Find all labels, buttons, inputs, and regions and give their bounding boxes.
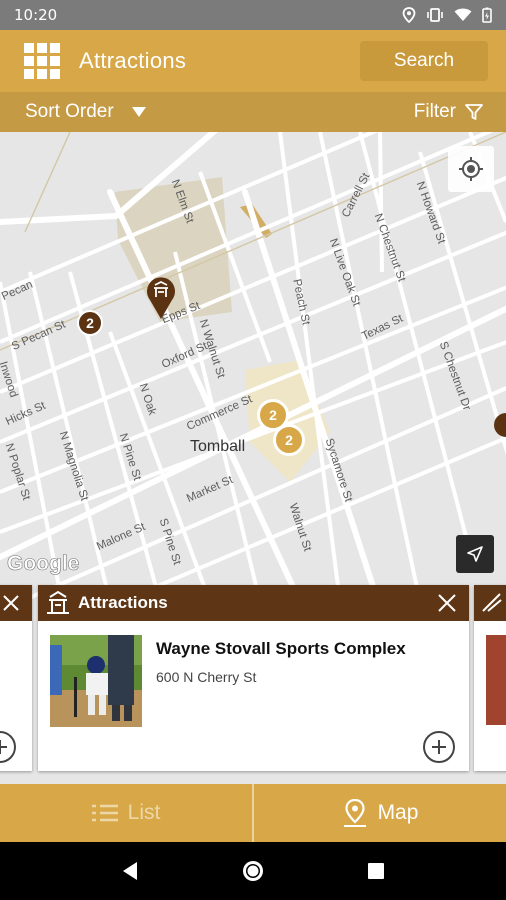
- plus-icon: [432, 740, 446, 754]
- filter-label: Filter: [413, 101, 456, 122]
- map-cluster-marker[interactable]: 2: [77, 310, 103, 336]
- close-icon[interactable]: [2, 594, 20, 612]
- map-pin-icon: [343, 799, 366, 827]
- category-icon: [482, 593, 502, 612]
- status-icons: [402, 7, 492, 23]
- attraction-card-carousel[interactable]: Attractions Wayne Stovall Sports Complex…: [0, 585, 506, 775]
- navigation-button[interactable]: [456, 535, 494, 573]
- attraction-pin-icon[interactable]: [492, 412, 506, 440]
- town-label: Tomball: [190, 438, 246, 455]
- add-to-itinerary-button[interactable]: [423, 731, 455, 763]
- previous-attraction-card[interactable]: [0, 585, 32, 771]
- tab-map-label: Map: [377, 801, 419, 824]
- home-icon[interactable]: [241, 859, 265, 883]
- page-title: Attractions: [79, 48, 187, 73]
- next-attraction-card[interactable]: [474, 585, 506, 771]
- crosshair-icon: [459, 157, 483, 181]
- search-button[interactable]: Search: [360, 41, 488, 81]
- vibrate-icon: [427, 8, 443, 22]
- tab-list[interactable]: List: [0, 784, 254, 842]
- attraction-card[interactable]: Attractions Wayne Stovall Sports Complex…: [38, 585, 469, 771]
- attraction-pin-icon[interactable]: [146, 276, 176, 320]
- card-body: Wayne Stovall Sports Complex 600 N Cherr…: [38, 621, 469, 741]
- filter-button[interactable]: Filter: [414, 101, 484, 123]
- app-bar: Attractions Search: [0, 30, 506, 92]
- next-card-photo: [486, 635, 506, 725]
- wifi-icon: [454, 8, 472, 21]
- attractions-category-icon: [47, 590, 69, 614]
- add-button[interactable]: [0, 731, 16, 763]
- tab-map[interactable]: Map: [254, 784, 506, 842]
- attraction-address: 600 N Cherry St: [156, 669, 257, 685]
- plus-icon: [0, 740, 7, 754]
- navigation-arrow-icon: [467, 546, 483, 562]
- google-logo: Google: [7, 552, 80, 576]
- system-navigation-bar: [0, 842, 506, 900]
- attraction-photo[interactable]: [50, 635, 142, 727]
- map-cluster-marker[interactable]: 2: [273, 424, 305, 456]
- map-view[interactable]: N Elm St Carrell St N Howard St N Chestn…: [0, 132, 506, 784]
- tab-list-label: List: [127, 801, 161, 824]
- card-header: [474, 585, 506, 621]
- sort-order-dropdown[interactable]: Sort Order: [25, 101, 146, 123]
- back-icon[interactable]: [120, 861, 140, 881]
- status-time: 10:20: [14, 6, 58, 24]
- caret-down-icon: [131, 107, 146, 117]
- attraction-name[interactable]: Wayne Stovall Sports Complex: [156, 639, 406, 659]
- card-category-title: Attractions: [78, 593, 168, 612]
- status-bar: 10:20: [0, 0, 506, 30]
- sort-order-label: Sort Order: [25, 101, 114, 122]
- location-icon: [402, 7, 416, 23]
- close-icon[interactable]: [437, 593, 457, 613]
- battery-icon: [482, 7, 492, 23]
- bottom-tab-bar: List Map: [0, 784, 506, 842]
- my-location-button[interactable]: [448, 146, 494, 192]
- menu-grid-icon[interactable]: [24, 43, 60, 79]
- attraction-info: Wayne Stovall Sports Complex 600 N Cherr…: [156, 635, 406, 727]
- card-header: Attractions: [38, 585, 469, 621]
- filter-icon: [465, 104, 483, 120]
- sort-filter-bar: Sort Order Filter: [0, 92, 506, 132]
- list-icon: [91, 804, 118, 822]
- baseball-player-image: [50, 635, 142, 727]
- recents-icon[interactable]: [366, 861, 386, 881]
- card-header: [0, 585, 32, 621]
